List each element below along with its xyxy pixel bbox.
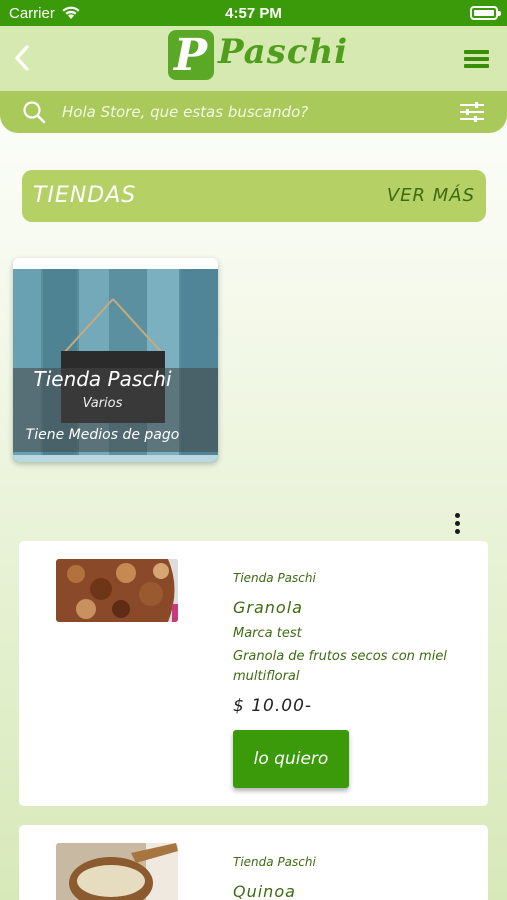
section-title: TIENDAS [33, 183, 137, 208]
logo-letter: P [174, 30, 208, 81]
product-description: Granola de frutos secos con miel multifl… [233, 649, 447, 684]
product-price: $ 10.00- [233, 696, 313, 716]
filter-sliders-icon[interactable] [459, 101, 485, 123]
product-card: Tienda Paschi Quinoa [19, 825, 488, 900]
back-chevron-icon[interactable] [10, 43, 34, 73]
product-image [56, 843, 178, 900]
logo-mark: P [168, 30, 214, 81]
product-card: Tienda Paschi Granola Marca test Granola… [19, 541, 488, 806]
see-more-link[interactable]: VER MÁS [387, 185, 475, 206]
logo-text: Paschi [218, 32, 349, 72]
search-icon[interactable] [22, 100, 46, 124]
store-payment-status: Tiene Medios de pago [25, 427, 180, 443]
product-name: Quinoa [233, 882, 296, 900]
stores-section-header: TIENDAS VER MÁS [22, 170, 486, 222]
hamburger-menu-icon[interactable] [464, 50, 489, 68]
app-header: P Paschi [0, 26, 507, 91]
product-store: Tienda Paschi [233, 571, 316, 585]
clock: 4:57 PM [225, 5, 282, 22]
product-image [56, 559, 178, 622]
want-it-button[interactable]: lo quiero [233, 730, 349, 788]
store-category: Varios [82, 396, 123, 411]
search-bar [0, 91, 507, 133]
more-vertical-icon[interactable] [454, 513, 462, 535]
store-name: Tienda Paschi [33, 367, 172, 391]
paschi-logo: P Paschi [168, 30, 348, 84]
status-bar: Carrier 4:57 PM [0, 0, 507, 26]
product-store: Tienda Paschi [233, 855, 316, 869]
battery-icon [470, 6, 501, 20]
product-brand: Marca test [233, 626, 302, 641]
search-input[interactable] [62, 97, 432, 127]
product-name: Granola [233, 598, 303, 617]
